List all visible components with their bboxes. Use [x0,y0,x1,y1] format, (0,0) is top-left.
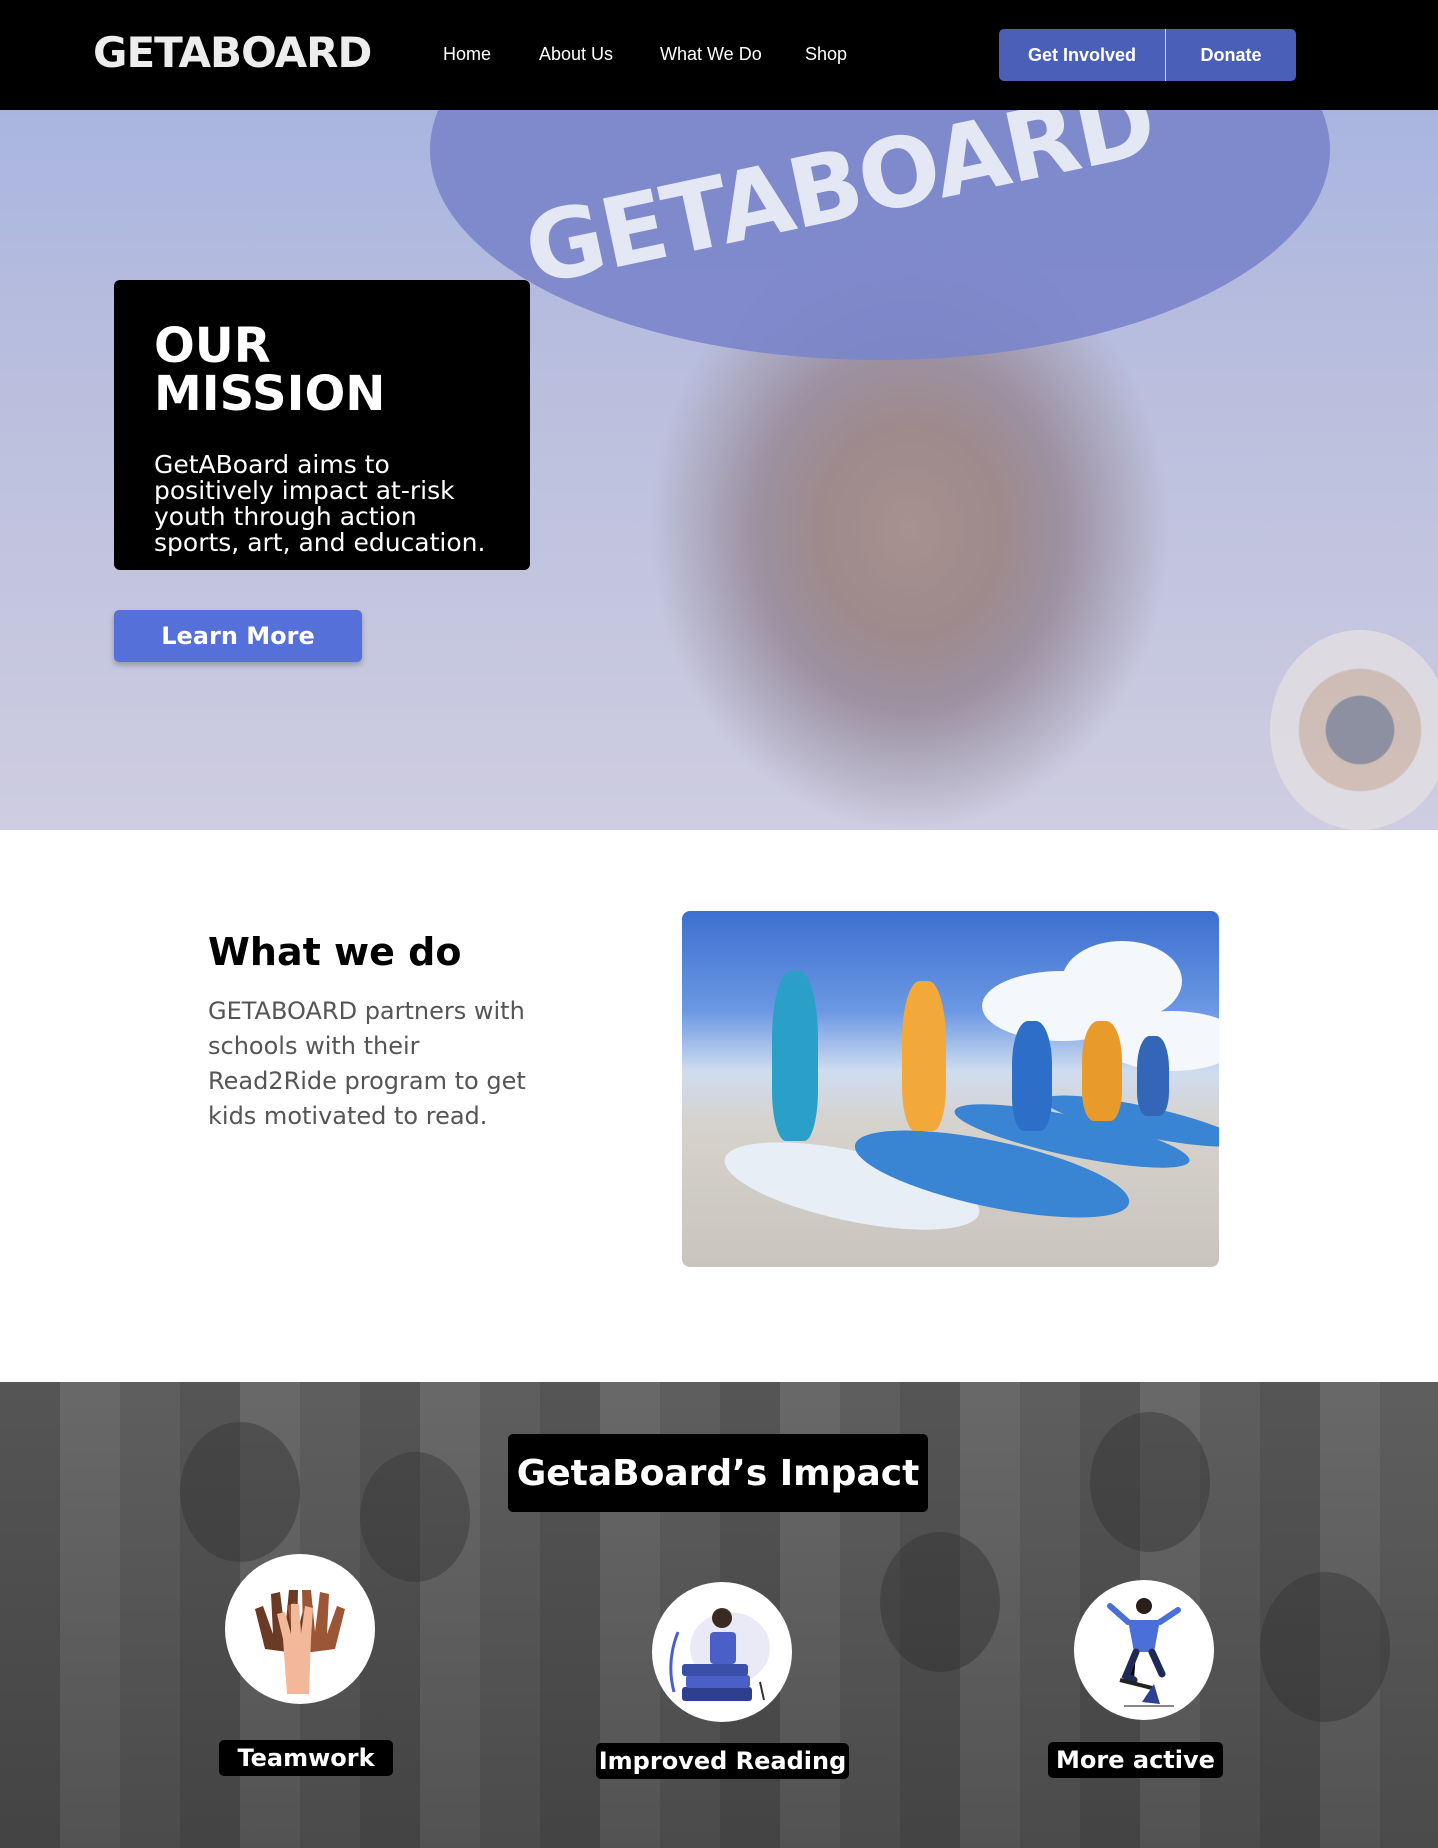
skater-icon [1074,1580,1214,1720]
impact-label-teamwork: Teamwork [219,1740,393,1776]
impact-label-improved-reading: Improved Reading [596,1743,849,1779]
impact-section: GetaBoard’s Impact Teamwork Improved Rea… [0,1382,1438,1848]
mission-title: OUR MISSION [154,318,386,422]
page: GETABOARD Home About Us What We Do Shop … [0,0,1438,1848]
nav-button-group: Get Involved Donate [999,29,1296,81]
nav-link-shop[interactable]: Shop [805,44,847,65]
nav-link-home[interactable]: Home [443,44,491,65]
hero-section: GETABOARD OUR MISSION GetABoard aims to … [0,110,1438,830]
get-involved-button[interactable]: Get Involved [999,29,1166,81]
donate-button[interactable]: Donate [1166,29,1296,81]
nav-link-about-us[interactable]: About Us [539,44,613,65]
what-we-do-title: What we do [208,930,462,974]
reading-icon [652,1582,792,1722]
mission-text: GetABoard aims to positively impact at-r… [154,450,486,557]
impact-label-more-active: More active [1048,1742,1223,1778]
mission-box: OUR MISSION GetABoard aims to positively… [114,280,530,570]
hands-icon [225,1554,375,1704]
nav-link-what-we-do[interactable]: What We Do [660,44,762,65]
top-nav: GETABOARD Home About Us What We Do Shop … [0,0,1438,110]
learn-more-button[interactable]: Learn More [114,610,362,662]
impact-title: GetaBoard’s Impact [508,1434,928,1512]
surf-lesson-photo [682,911,1219,1267]
site-logo[interactable]: GETABOARD [93,28,372,77]
what-we-do-text: GETABOARD partners with schools with the… [208,997,526,1130]
